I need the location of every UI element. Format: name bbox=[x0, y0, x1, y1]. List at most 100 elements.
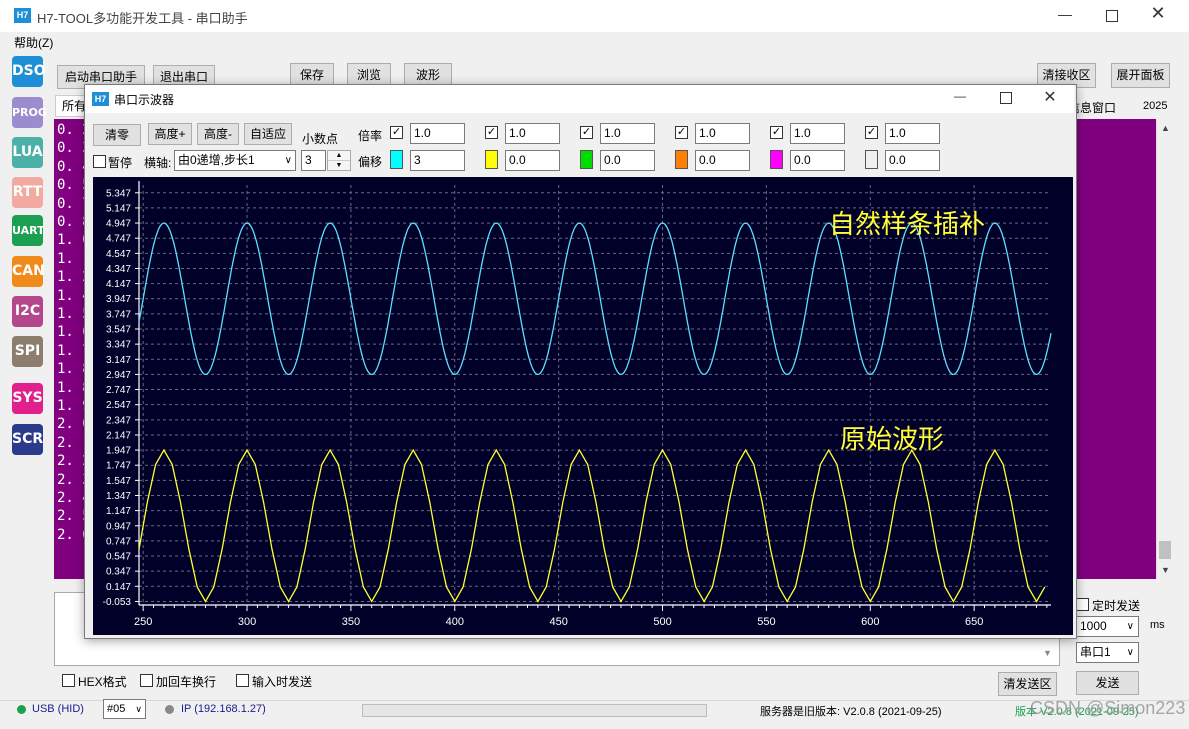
send-button[interactable]: 发送 bbox=[1076, 671, 1139, 695]
chevron-down-icon: ∨ bbox=[284, 155, 292, 166]
timed-send-checkbox[interactable] bbox=[1076, 598, 1089, 611]
minimize-icon[interactable]: — bbox=[1050, 6, 1080, 26]
channel-offset-input[interactable]: 3 bbox=[410, 150, 465, 171]
hex-format-checkbox[interactable] bbox=[62, 674, 75, 687]
channel-offset-input[interactable]: 0.0 bbox=[505, 150, 560, 171]
decimal-spinner[interactable]: ▲ ▼ bbox=[327, 150, 351, 171]
y-tick-label: 3.747 bbox=[106, 309, 131, 320]
maximize-icon[interactable] bbox=[1097, 6, 1127, 26]
y-tick-label: 4.547 bbox=[106, 249, 131, 260]
window-title: H7-TOOL多功能开发工具 - 串口助手 bbox=[37, 11, 248, 26]
channel-color-swatch[interactable] bbox=[390, 150, 403, 169]
channel-rate-input[interactable]: 1.0 bbox=[885, 123, 940, 144]
send-scrollbar-down-icon[interactable]: ▼ bbox=[1043, 648, 1052, 658]
channel-offset-input[interactable]: 0.0 bbox=[695, 150, 750, 171]
close-icon[interactable]: ✕ bbox=[1143, 3, 1173, 27]
channel-rate-input[interactable]: 1.0 bbox=[790, 123, 845, 144]
sidebar-item-prog[interactable]: PROG bbox=[12, 97, 47, 128]
scroll-down-icon[interactable]: ▼ bbox=[1157, 565, 1174, 575]
send-on-input-checkbox[interactable] bbox=[236, 674, 249, 687]
sidebar-item-rtt[interactable]: RTT bbox=[12, 177, 43, 208]
decimal-input[interactable]: 3 bbox=[301, 150, 326, 171]
add-crlf-label: 加回车换行 bbox=[156, 675, 217, 689]
channel-offset-input[interactable]: 0.0 bbox=[600, 150, 655, 171]
y-tick-label: 0.547 bbox=[106, 552, 131, 563]
height-down-button[interactable]: 高度- bbox=[197, 123, 239, 145]
log-scrollbar[interactable]: ▲ ▼ bbox=[1156, 119, 1174, 579]
chevron-down-icon: ∨ bbox=[1126, 621, 1134, 632]
y-tick-label: 2.347 bbox=[106, 415, 131, 426]
y-tick-label: 1.347 bbox=[106, 491, 131, 502]
x-tick-label: 450 bbox=[549, 616, 567, 628]
port-select[interactable]: 串口1 ∨ bbox=[1076, 642, 1139, 663]
channel-color-swatch[interactable] bbox=[485, 150, 498, 169]
zero-button[interactable]: 清零 bbox=[93, 124, 141, 146]
channel-enable-checkbox[interactable]: ✓ bbox=[390, 126, 403, 139]
auto-fit-button[interactable]: 自适应 bbox=[244, 123, 292, 145]
channel-enable-checkbox[interactable]: ✓ bbox=[770, 126, 783, 139]
y-tick-label: 0.747 bbox=[106, 536, 131, 547]
channel-enable-checkbox[interactable]: ✓ bbox=[485, 126, 498, 139]
year-label: 2025 bbox=[1143, 100, 1168, 112]
spin-up-icon[interactable]: ▲ bbox=[328, 151, 350, 161]
channel-rate-input[interactable]: 1.0 bbox=[505, 123, 560, 144]
y-tick-label: 2.947 bbox=[106, 370, 131, 381]
scope-close-icon[interactable]: ✕ bbox=[1040, 87, 1060, 107]
pause-checkbox[interactable] bbox=[93, 155, 106, 168]
channel-color-swatch[interactable] bbox=[580, 150, 593, 169]
channel-offset-input[interactable]: 0.0 bbox=[885, 150, 940, 171]
clear-send-button[interactable]: 清发送区 bbox=[998, 672, 1057, 696]
height-up-button[interactable]: 高度+ bbox=[148, 123, 192, 145]
channel-enable-checkbox[interactable]: ✓ bbox=[675, 126, 688, 139]
scroll-up-icon[interactable]: ▲ bbox=[1157, 123, 1174, 133]
x-tick-label: 650 bbox=[965, 616, 983, 628]
channel-rate-input[interactable]: 1.0 bbox=[695, 123, 750, 144]
y-tick-label: 4.747 bbox=[106, 234, 131, 245]
sidebar-item-i2c[interactable]: I2C bbox=[12, 296, 43, 327]
axis-mode-select[interactable]: 由0递增,步长1 ∨ bbox=[174, 150, 296, 171]
sidebar-item-lua[interactable]: LUA bbox=[12, 137, 43, 168]
port-number-select[interactable]: #05 ∨ bbox=[103, 699, 146, 719]
app-icon: H7 bbox=[14, 8, 31, 23]
sidebar-item-spi[interactable]: SPI bbox=[12, 336, 43, 367]
scope-maximize-icon[interactable] bbox=[996, 90, 1016, 106]
x-tick-label: 250 bbox=[134, 616, 152, 628]
menu-help[interactable]: 帮助(Z) bbox=[14, 34, 53, 51]
y-tick-label: 2.147 bbox=[106, 430, 131, 441]
rate-label: 倍率 bbox=[358, 129, 383, 143]
scroll-thumb[interactable] bbox=[1159, 541, 1171, 559]
chevron-down-icon: ∨ bbox=[1126, 647, 1134, 658]
y-tick-label: 2.547 bbox=[106, 400, 131, 411]
channel-enable-checkbox[interactable]: ✓ bbox=[580, 126, 593, 139]
y-tick-label: 1.547 bbox=[106, 476, 131, 487]
sidebar-item-can[interactable]: CAN bbox=[12, 256, 45, 287]
y-tick-label: 0.147 bbox=[106, 582, 131, 593]
waveform-chart: 5.347 5.147 4.947 4.747 4.547 4.347 4.147 3.947… bbox=[103, 181, 1052, 628]
sidebar-item-uart[interactable]: UART bbox=[12, 215, 45, 246]
sidebar-item-sys[interactable]: SYS bbox=[12, 383, 43, 414]
annotation-spline: 自然样条插补 bbox=[829, 210, 986, 240]
expand-panel-button[interactable]: 展开面板 bbox=[1111, 63, 1170, 88]
usb-status: USB (HID) bbox=[32, 703, 84, 715]
axis-label: 横轴: bbox=[144, 156, 172, 170]
channel-color-swatch[interactable] bbox=[675, 150, 688, 169]
channel-rate-input[interactable]: 1.0 bbox=[410, 123, 465, 144]
channel-color-swatch[interactable] bbox=[865, 150, 878, 169]
interval-select[interactable]: 1000 ∨ bbox=[1076, 616, 1139, 637]
scope-titlebar bbox=[85, 85, 1074, 113]
chevron-down-icon: ∨ bbox=[135, 704, 142, 714]
channel-rate-input[interactable]: 1.0 bbox=[600, 123, 655, 144]
add-crlf-checkbox[interactable] bbox=[140, 674, 153, 687]
sidebar-item-dso[interactable]: DSO bbox=[12, 56, 46, 87]
y-tick-label: 3.547 bbox=[106, 325, 131, 336]
scope-minimize-icon[interactable]: — bbox=[950, 89, 970, 103]
channel-offset-input[interactable]: 0.0 bbox=[790, 150, 845, 171]
y-tick-label: 1.147 bbox=[106, 506, 131, 517]
pause-label: 暂停 bbox=[108, 156, 133, 170]
channel-color-swatch[interactable] bbox=[770, 150, 783, 169]
channel-enable-checkbox[interactable]: ✓ bbox=[865, 126, 878, 139]
send-on-input-label: 输入时发送 bbox=[252, 675, 313, 689]
sidebar-item-scr[interactable]: SCR bbox=[12, 424, 43, 455]
spin-down-icon[interactable]: ▼ bbox=[328, 161, 350, 170]
watermark: CSDN @Simon223 bbox=[1030, 698, 1186, 718]
